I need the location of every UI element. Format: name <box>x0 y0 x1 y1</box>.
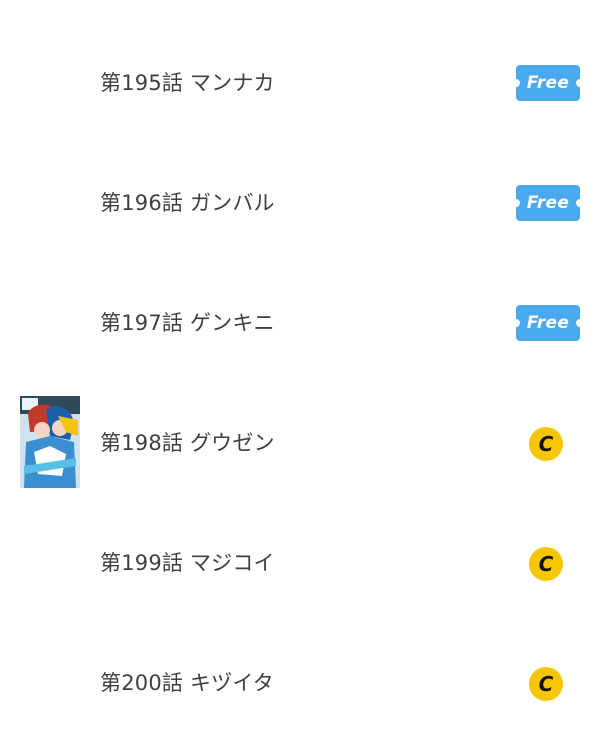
free-ticket-icon: Free <box>516 185 580 221</box>
episode-title: 第195話 マンナカ <box>100 71 275 95</box>
episode-row-195[interactable]: 第195話 マンナカ Free <box>0 23 600 143</box>
free-label: Free <box>526 193 570 213</box>
episode-list: 第195話 マンナカ Free 第196話 ガンバル Free 第197話 ゲン… <box>0 0 600 750</box>
coin-label: C <box>538 552 554 576</box>
episode-row-198[interactable]: 第198話 グウゼン C <box>0 383 600 503</box>
free-label: Free <box>526 313 570 333</box>
cover-thumbnail <box>20 396 80 488</box>
episode-row-200[interactable]: 第200話 キヅイタ C <box>0 623 600 743</box>
coin-label: C <box>538 432 554 456</box>
episode-title: 第199話 マジコイ <box>100 551 275 575</box>
episode-row-199[interactable]: 第199話 マジコイ C <box>0 503 600 623</box>
coin-icon: C <box>529 427 563 461</box>
episode-title: 第200話 キヅイタ <box>100 671 274 695</box>
episode-row-197[interactable]: 第197話 ゲンキニ Free <box>0 263 600 383</box>
episode-title: 第197話 ゲンキニ <box>100 311 275 335</box>
episode-title: 第198話 グウゼン <box>100 431 275 455</box>
coin-icon: C <box>529 547 563 581</box>
free-ticket-icon: Free <box>516 305 580 341</box>
coin-label: C <box>538 672 554 696</box>
free-ticket-icon: Free <box>516 65 580 101</box>
episode-title: 第196話 ガンバル <box>100 191 275 215</box>
episode-row-196[interactable]: 第196話 ガンバル Free <box>0 143 600 263</box>
coin-icon: C <box>529 667 563 701</box>
free-label: Free <box>526 73 570 93</box>
